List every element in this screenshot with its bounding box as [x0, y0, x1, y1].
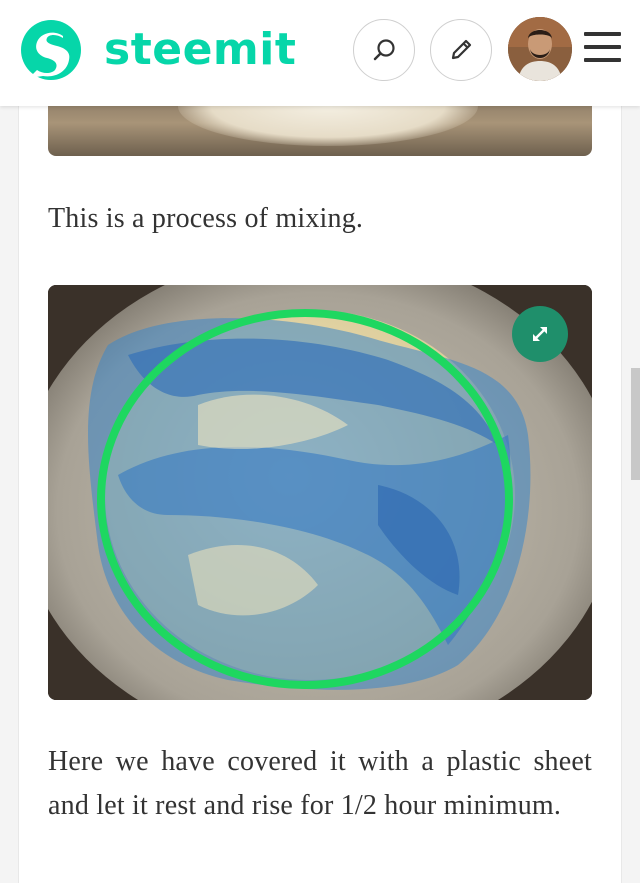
hamburger-icon-bar	[584, 45, 621, 49]
post-paragraph: This is a process of mixing.	[48, 203, 364, 234]
hamburger-icon-bar	[584, 32, 621, 36]
write-post-button[interactable]	[430, 19, 492, 81]
pencil-icon	[451, 39, 472, 60]
post-paragraph: Here we have covered it with a plastic s…	[48, 746, 592, 821]
hamburger-menu-button[interactable]	[584, 32, 624, 66]
expand-image-button[interactable]	[512, 306, 568, 362]
expand-icon	[533, 327, 547, 341]
scrollbar-thumb[interactable]	[631, 368, 640, 480]
covered-dough-photo	[48, 285, 592, 700]
steemit-wordmark[interactable]: steemit	[104, 26, 296, 74]
search-button[interactable]	[353, 19, 415, 81]
search-icon	[373, 39, 395, 61]
post-image-covered-dough[interactable]	[48, 285, 592, 700]
hamburger-icon-bar	[584, 58, 621, 62]
user-avatar[interactable]	[508, 17, 572, 81]
steemit-logo-icon[interactable]	[17, 16, 85, 84]
avatar-photo	[508, 17, 572, 81]
top-header: steemit	[0, 0, 640, 106]
